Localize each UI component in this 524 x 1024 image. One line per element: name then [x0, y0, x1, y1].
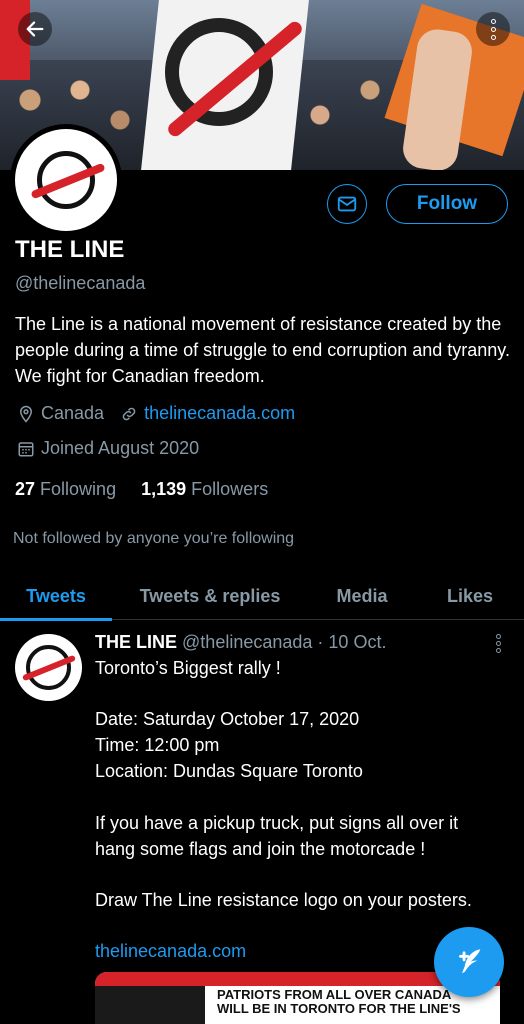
tab-tweets[interactable]: Tweets: [0, 572, 112, 621]
back-button[interactable]: [18, 12, 52, 46]
tweet-date: · 10 Oct.: [317, 632, 387, 652]
not-followed-notice: Not followed by anyone you’re following: [13, 530, 295, 547]
compose-tweet-button[interactable]: [434, 927, 504, 997]
tweet-text-line: hang some flags and join the motorcade !: [95, 839, 426, 859]
profile-meta-location-website: Canada thelinecanada.com: [15, 403, 295, 424]
link-icon: [118, 405, 140, 423]
tweet-text-line: Toronto’s Biggest rally !: [95, 658, 281, 678]
tweet-author-handle: @thelinecanada: [182, 632, 313, 652]
overflow-dot-icon: [490, 18, 496, 24]
profile-bio: The Line is a national movement of resis…: [15, 314, 510, 386]
overflow-dot-icon: [496, 634, 501, 639]
tweet-text-line: If you have a pickup truck, put signs al…: [95, 813, 459, 833]
profile-avatar[interactable]: [10, 124, 122, 236]
arrow-left-icon: [26, 21, 44, 37]
profile-location: Canada: [41, 403, 105, 423]
location-pin-icon: [15, 404, 37, 424]
profile-joined-date: Joined August 2020: [41, 438, 200, 458]
tab-tweets-and-replies[interactable]: Tweets & replies: [112, 572, 308, 620]
profile-handle: @thelinecanada: [15, 273, 146, 293]
follow-button[interactable]: Follow: [386, 184, 508, 224]
tweet-text-line: Draw The Line resistance logo on your po…: [95, 890, 472, 910]
overflow-dot-icon: [490, 26, 496, 32]
following-stat[interactable]: 27 Following: [15, 479, 116, 499]
tweet-link[interactable]: thelinecanada.com: [95, 941, 246, 962]
banner-flag-logo-ring: [165, 18, 273, 126]
overflow-dot-icon: [496, 648, 501, 653]
profile-name: THE LINE: [15, 236, 125, 263]
tweet-text-line: Date: Saturday October 17, 2020: [95, 709, 360, 729]
overflow-dot-icon: [490, 34, 496, 40]
tweet-text-line: Location: Dundas Square Toronto: [95, 761, 363, 781]
tweet-author-name[interactable]: THE LINE: [95, 632, 177, 652]
tweet-header: THE LINE @thelinecanada · 10 Oct.: [95, 632, 386, 653]
tweet-more-button[interactable]: [496, 634, 501, 653]
profile-tabs: Tweets Tweets & replies Media Likes: [0, 572, 524, 621]
more-options-button[interactable]: [476, 12, 510, 46]
overflow-dot-icon: [496, 641, 501, 646]
profile-stats: 27 Following 1,139 Followers: [15, 479, 268, 500]
profile-website-link[interactable]: thelinecanada.com: [144, 403, 295, 424]
profile-meta-joined: Joined August 2020: [15, 438, 199, 459]
message-button[interactable]: [327, 184, 367, 224]
media-dark-panel: [95, 986, 205, 1024]
tab-media[interactable]: Media: [308, 572, 416, 620]
tab-likes[interactable]: Likes: [416, 572, 524, 620]
tweet-author-avatar[interactable]: [15, 634, 82, 701]
feather-plus-icon: [459, 949, 481, 974]
media-caption: PATRIOTS FROM ALL OVER CANADA WILL BE IN…: [217, 987, 461, 1016]
calendar-icon: [15, 440, 37, 458]
followers-stat[interactable]: 1,139 Followers: [141, 479, 268, 499]
mail-icon: [337, 196, 357, 212]
tweet-text-line: Time: 12:00 pm: [95, 735, 220, 755]
